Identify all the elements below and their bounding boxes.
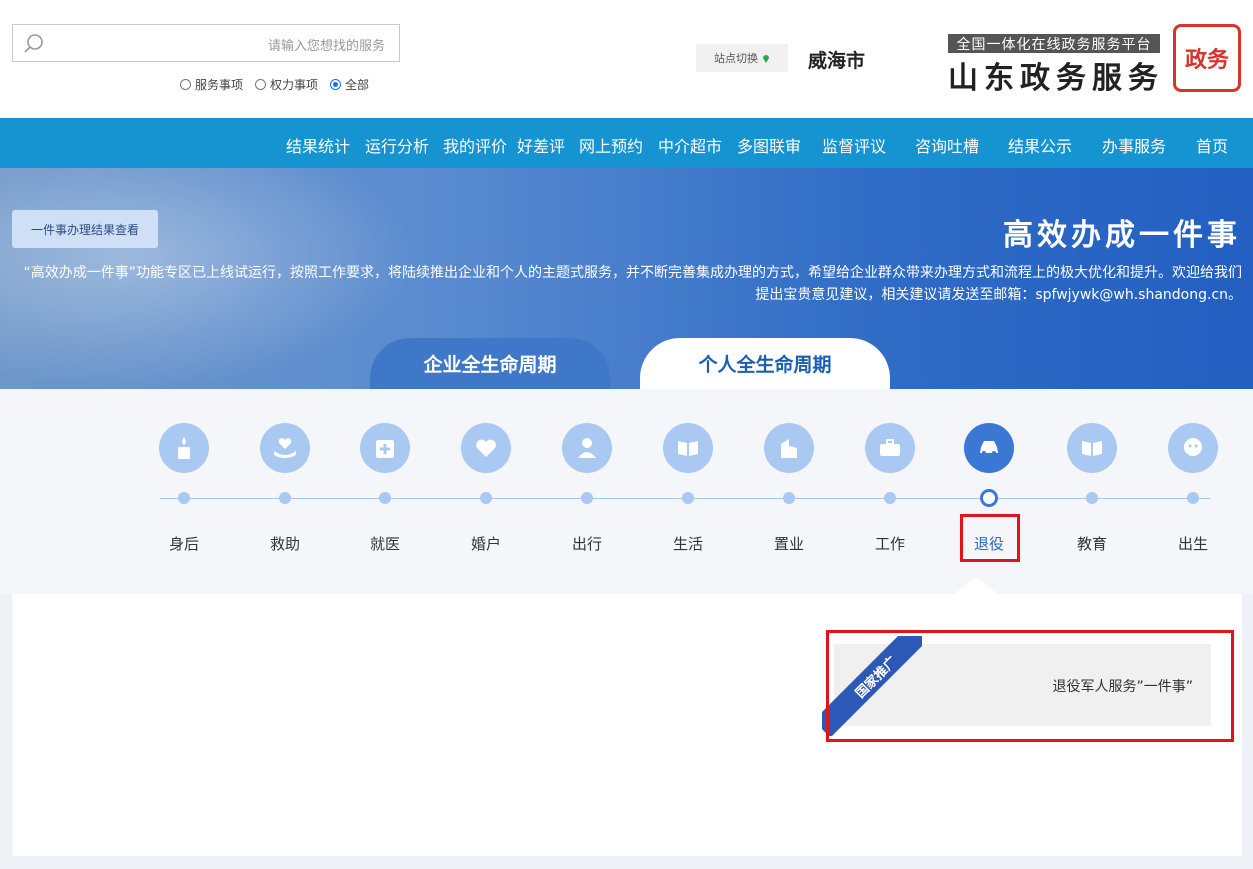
logo-subtitle: 全国一体化在线政务服务平台 [948,34,1160,53]
timeline-dot [1187,492,1199,504]
site-switch-label: 站点切换 [714,52,758,65]
candle-icon[interactable] [159,423,209,473]
main-nav: 首页 办事服务 结果公示 咨询吐槽 监督评议 多图联审 中介超市 网上预约 好差… [0,118,1253,168]
timeline-dot [1086,492,1098,504]
search-placeholder: 请输入您想找的服务 [267,39,385,54]
stage-label: 出生 [1177,535,1208,553]
banner: 高效办成一件事 一件事办理结果查看 “高效办成一件事”功能专区已上线试运行，按照… [0,168,1253,389]
search-input[interactable]: 请输入您想找的服务 [12,24,400,62]
medical-icon[interactable] [360,423,410,473]
service-card-highlight [826,630,1234,742]
stage-aid[interactable]: 救助 [255,423,315,563]
result-view-button[interactable]: 一件事办理结果查看 [12,210,158,248]
briefcase-icon[interactable] [865,423,915,473]
nav-item-agency[interactable]: 中介超市 [658,133,722,157]
building-icon[interactable] [764,423,814,473]
search-filter: 服务事项 权力事项 全部 [180,76,369,93]
stage-label: 教育 [1076,535,1107,553]
seal-text: 政务 [1184,48,1229,73]
stage-label: 身后 [168,535,199,553]
radio-icon[interactable] [330,79,342,90]
stage-label: 工作 [874,535,905,553]
radio-icon[interactable] [255,79,267,90]
stage-medical[interactable]: 就医 [355,423,415,563]
person-icon[interactable] [562,423,612,473]
header: 请输入您想找的服务 服务事项 权力事项 全部 站点切换 威海市 全国一体化在线政… [0,0,1253,118]
banner-description: “高效办成一件事”功能专区已上线试运行，按照工作要求，将陆续推出企业和个人的主题… [23,265,1242,303]
site-switch-button[interactable]: 站点切换 [696,44,788,72]
stage-marriage[interactable]: 婚户 [456,423,516,563]
nav-item-supervise[interactable]: 监督评议 [822,133,886,157]
current-city: 威海市 [808,50,866,72]
nav-item-my-review[interactable]: 我的评价 [443,133,507,157]
search-icon[interactable] [23,32,45,54]
filter-all-label: 全部 [345,78,370,92]
stage-label: 生活 [672,535,703,553]
stage-label: 婚户 [470,535,501,553]
banner-title: 高效办成一件事 [1003,218,1241,253]
stage-label: 就医 [369,535,400,553]
stage-label: 置业 [773,535,804,553]
timeline-dot-active [980,489,998,507]
timeline-dot [884,492,896,504]
baby-icon[interactable] [1168,423,1218,473]
selected-stage-pointer [952,577,1000,595]
stage-label: 出行 [571,535,602,553]
nav-item-results[interactable]: 结果公示 [1008,133,1072,157]
tab-enterprise-lifecycle[interactable]: 企业全生命周期 [370,338,610,389]
helping-hand-icon[interactable] [260,423,310,473]
logo-title[interactable]: 山东政务服务 [948,53,1164,97]
heart-icon[interactable] [461,423,511,473]
stage-property[interactable]: 置业 [759,423,819,563]
nav-item-booking[interactable]: 网上预约 [579,133,643,157]
nav-item-joint-review[interactable]: 多图联审 [737,133,801,157]
car-icon[interactable] [964,423,1014,473]
seal-logo-icon[interactable]: 政务 [1173,24,1241,92]
stage-life[interactable]: 生活 [658,423,718,563]
book-icon[interactable] [1067,423,1117,473]
tab-personal-lifecycle[interactable]: 个人全生命周期 [640,338,890,389]
filter-power-label: 权力事项 [270,78,319,92]
selected-stage-highlight [960,514,1020,562]
filter-all[interactable]: 全部 [330,76,369,93]
timeline-dot [783,492,795,504]
timeline-dot [581,492,593,504]
nav-item-services[interactable]: 办事服务 [1102,133,1166,157]
lifecycle-timeline: 出生 教育 退役 工作 置业 生活 出行 婚户 就医 救助 身后 [0,389,1253,595]
stage-travel[interactable]: 出行 [557,423,617,563]
timeline-dot [178,492,190,504]
timeline-dot [379,492,391,504]
nav-item-stats[interactable]: 结果统计 [286,133,350,157]
timeline-dot [682,492,694,504]
nav-item-home[interactable]: 首页 [1196,133,1228,157]
stage-education[interactable]: 教育 [1062,423,1122,563]
stage-work[interactable]: 工作 [860,423,920,563]
stage-label: 救助 [269,535,300,553]
service-list: 退役军人服务”一件事” 国家推广 [12,594,1242,856]
timeline-dot [480,492,492,504]
book-open-icon[interactable] [663,423,713,473]
radio-icon[interactable] [180,79,191,90]
nav-item-rating[interactable]: 好差评 [517,133,565,157]
filter-service-label: 服务事项 [195,78,244,92]
timeline-dot [279,492,291,504]
stage-afterlife[interactable]: 身后 [154,423,214,563]
location-pin-icon [763,55,769,63]
filter-service[interactable]: 服务事项 [180,76,243,93]
filter-power[interactable]: 权力事项 [255,76,318,93]
nav-item-consult[interactable]: 咨询吐槽 [915,133,979,157]
nav-item-analysis[interactable]: 运行分析 [365,133,429,157]
stage-birth[interactable]: 出生 [1163,423,1223,563]
